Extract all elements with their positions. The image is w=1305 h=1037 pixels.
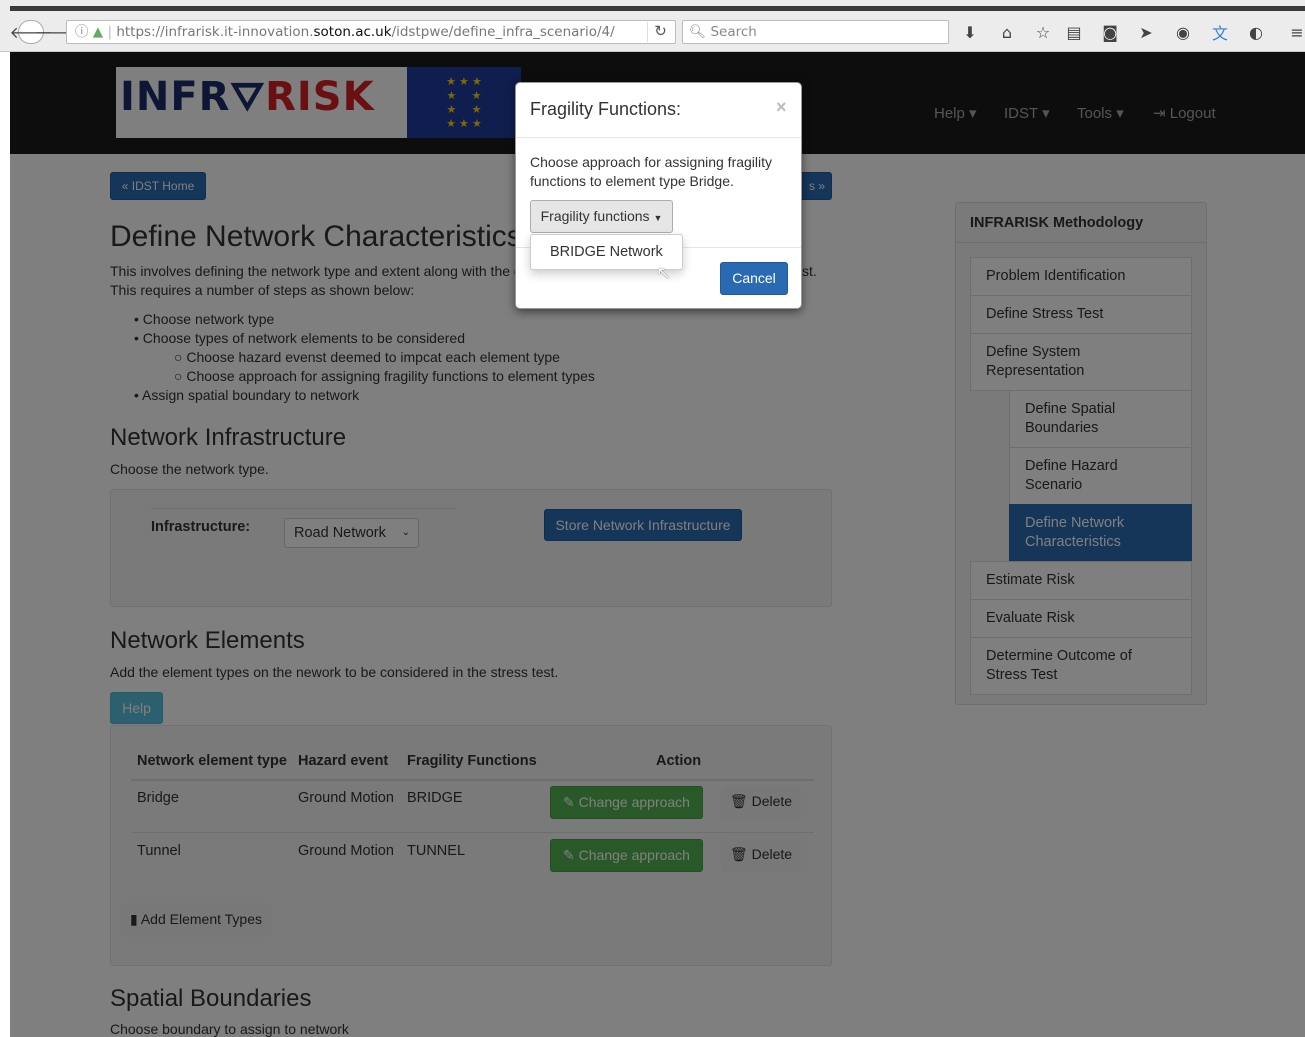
close-icon[interactable]: × <box>776 97 787 118</box>
infra-well: Infrastructure: Road Network ⌄ Store Netw… <box>110 489 832 607</box>
th-fragility: Fragility Functions <box>407 753 537 769</box>
logo-text: INFR⛛RISK <box>120 74 375 120</box>
nav-tools[interactable]: Tools ▾ <box>1077 104 1124 122</box>
delete-button[interactable]: 🗑︎ Delete <box>721 839 801 872</box>
bookmark-star-icon[interactable]: ☆ <box>1030 20 1056 44</box>
add-element-types-button[interactable]: ▮ Add Element Types <box>121 903 271 937</box>
infra-description: Choose the network type. <box>110 461 269 477</box>
list-item: • Choose types of network elements to be… <box>134 330 465 346</box>
url-domain: soton.ac.uk <box>313 24 392 40</box>
change-approach-button[interactable]: ✎ Change approach <box>550 839 703 872</box>
url-path: /idstpwe/define_infra_scenario/4/ <box>391 24 615 40</box>
cell-type: Tunnel <box>137 843 181 859</box>
sidebar-item-system-rep[interactable]: Define System Representation <box>970 333 1192 391</box>
reload-icon[interactable]: ↻ <box>647 22 673 42</box>
delete-button[interactable]: 🗑︎ Delete <box>721 786 801 819</box>
infrarisk-logo[interactable]: INFR⛛RISK ★ ★ ★ ★ ★ ★ ★ ★ ★ ★ <box>116 67 521 138</box>
double-right-icon: » <box>818 179 825 193</box>
change-approach-button[interactable]: ✎ Change approach <box>550 786 703 819</box>
search-input[interactable]: 🔍︎ Search <box>682 20 949 44</box>
table-row: Tunnel Ground Motion TUNNEL ✎ Change app… <box>131 834 814 886</box>
cell-fragility: TUNNEL <box>407 843 466 859</box>
sidebar-item-outcome[interactable]: Determine Outcome of Stress Test <box>970 637 1192 695</box>
file-icon: ▮ <box>130 911 138 927</box>
infra-heading: Network Infrastructure <box>110 424 347 451</box>
pocket-icon[interactable]: ◙ <box>1097 20 1123 44</box>
cursor-icon: ↖ <box>656 263 672 283</box>
translate-icon[interactable]: 文 <box>1207 20 1233 44</box>
chat-icon[interactable]: ◉ <box>1170 20 1196 44</box>
url-prefix: https://infrarisk.it-innovation. <box>116 24 314 40</box>
dropdown-item-bridge-network[interactable]: BRIDGE Network <box>550 244 663 260</box>
table-row: Bridge Ground Motion BRIDGE ✎ Change app… <box>131 781 814 833</box>
th-element-type: Network element type <box>137 753 287 769</box>
modal-body-text: Choose approach for assigning fragility … <box>530 154 773 189</box>
menu-icon[interactable]: ≡ <box>1284 20 1305 44</box>
infrastructure-select[interactable]: Road Network ⌄ <box>284 518 419 548</box>
logout-icon: ⇥ <box>1153 105 1166 122</box>
chevron-down-icon: ⌄ <box>401 527 410 538</box>
sidebar-item-stress-test[interactable]: Define Stress Test <box>970 295 1192 334</box>
account-icon[interactable]: ◐ <box>1243 20 1269 44</box>
sidebar-item-network[interactable]: Define Network Characteristics <box>1009 504 1192 562</box>
cell-fragility: BRIDGE <box>407 790 463 806</box>
search-icon: 🔍︎ <box>689 24 707 40</box>
info-icon: ⓘ <box>75 24 89 40</box>
list-item: • Choose network type <box>134 311 275 327</box>
elements-heading: Network Elements <box>110 627 305 654</box>
pin-icon: ✎ <box>563 847 575 863</box>
sidebar-item-problem[interactable]: Problem Identification <box>970 257 1192 296</box>
elements-well: Network element type Hazard event Fragil… <box>110 725 832 966</box>
trash-icon: 🗑︎ <box>729 846 748 862</box>
spatial-description: Choose boundary to assign to network <box>110 1021 349 1037</box>
methodology-panel: INFRARISK Methodology Problem Identifica… <box>955 202 1207 705</box>
list-item: ○ Choose approach for assigning fragilit… <box>174 368 595 384</box>
modal-title: Fragility Functions: <box>530 99 682 119</box>
send-icon[interactable]: ➤ <box>1133 20 1159 44</box>
url-bar[interactable]: ⓘ ▲ | https://infrarisk.it-innovation.so… <box>66 20 676 44</box>
home-icon[interactable]: ⌂ <box>994 20 1020 44</box>
sidebar-item-estimate[interactable]: Estimate Risk <box>970 561 1192 600</box>
panel-heading: INFRARISK Methodology <box>956 203 1206 243</box>
cell-type: Bridge <box>137 790 179 806</box>
spatial-heading: Spatial Boundaries <box>110 985 312 1012</box>
sidebar-item-evaluate[interactable]: Evaluate Risk <box>970 599 1192 638</box>
list-item: • Assign spatial boundary to network <box>134 387 360 403</box>
reading-list-icon[interactable]: ▤ <box>1061 20 1087 44</box>
browser-toolbar: 🡐 🡒 ⓘ ▲ | https://infrarisk.it-innovatio… <box>0 0 1305 52</box>
idst-home-button[interactable]: « IDST Home <box>110 172 206 200</box>
forward-icon[interactable]: 🡒 <box>35 20 78 44</box>
nav-idst[interactable]: IDST ▾ <box>1004 104 1050 122</box>
sidebar-item-hazard[interactable]: Define Hazard Scenario <box>1009 447 1192 505</box>
sidebar-item-spatial[interactable]: Define Spatial Boundaries <box>1009 390 1192 448</box>
infra-label: Infrastructure: <box>151 519 251 535</box>
cancel-button[interactable]: Cancel <box>720 262 788 295</box>
double-left-icon: « <box>121 179 129 193</box>
search-placeholder: Search <box>710 24 757 40</box>
nav-logout[interactable]: ⇥ Logout <box>1153 104 1216 122</box>
help-button[interactable]: Help <box>110 692 163 724</box>
cell-hazard: Ground Motion <box>298 790 394 806</box>
nav-help[interactable]: Help ▾ <box>934 104 977 122</box>
methodology-list: Problem Identification Define Stress Tes… <box>970 257 1192 695</box>
store-network-button[interactable]: Store Network Infrastructure <box>544 509 742 541</box>
download-icon[interactable]: ⬇ <box>957 20 983 44</box>
th-hazard: Hazard event <box>298 753 389 769</box>
caret-down-icon: ▼ <box>653 213 663 223</box>
cell-hazard: Ground Motion <box>298 843 394 859</box>
trash-icon: 🗑︎ <box>729 793 748 809</box>
elements-description: Add the element types on the nework to b… <box>110 664 559 680</box>
pin-icon: ✎ <box>563 794 575 810</box>
eu-flag-icon: ★ ★ ★ ★ ★ ★ ★ ★ ★ ★ <box>407 67 521 138</box>
list-item: ○ Choose hazard evenst deemed to impcat … <box>174 349 560 365</box>
th-action: Action <box>656 753 702 769</box>
steps-list: • Choose network type • Choose types of … <box>134 310 834 405</box>
page-title: Define Network Characteristics <box>110 220 522 253</box>
fragility-dropdown-button[interactable]: Fragility functions ▼ <box>530 200 673 233</box>
lock-warning-icon: ▲ <box>92 24 104 40</box>
window-titlebar <box>10 6 1305 11</box>
